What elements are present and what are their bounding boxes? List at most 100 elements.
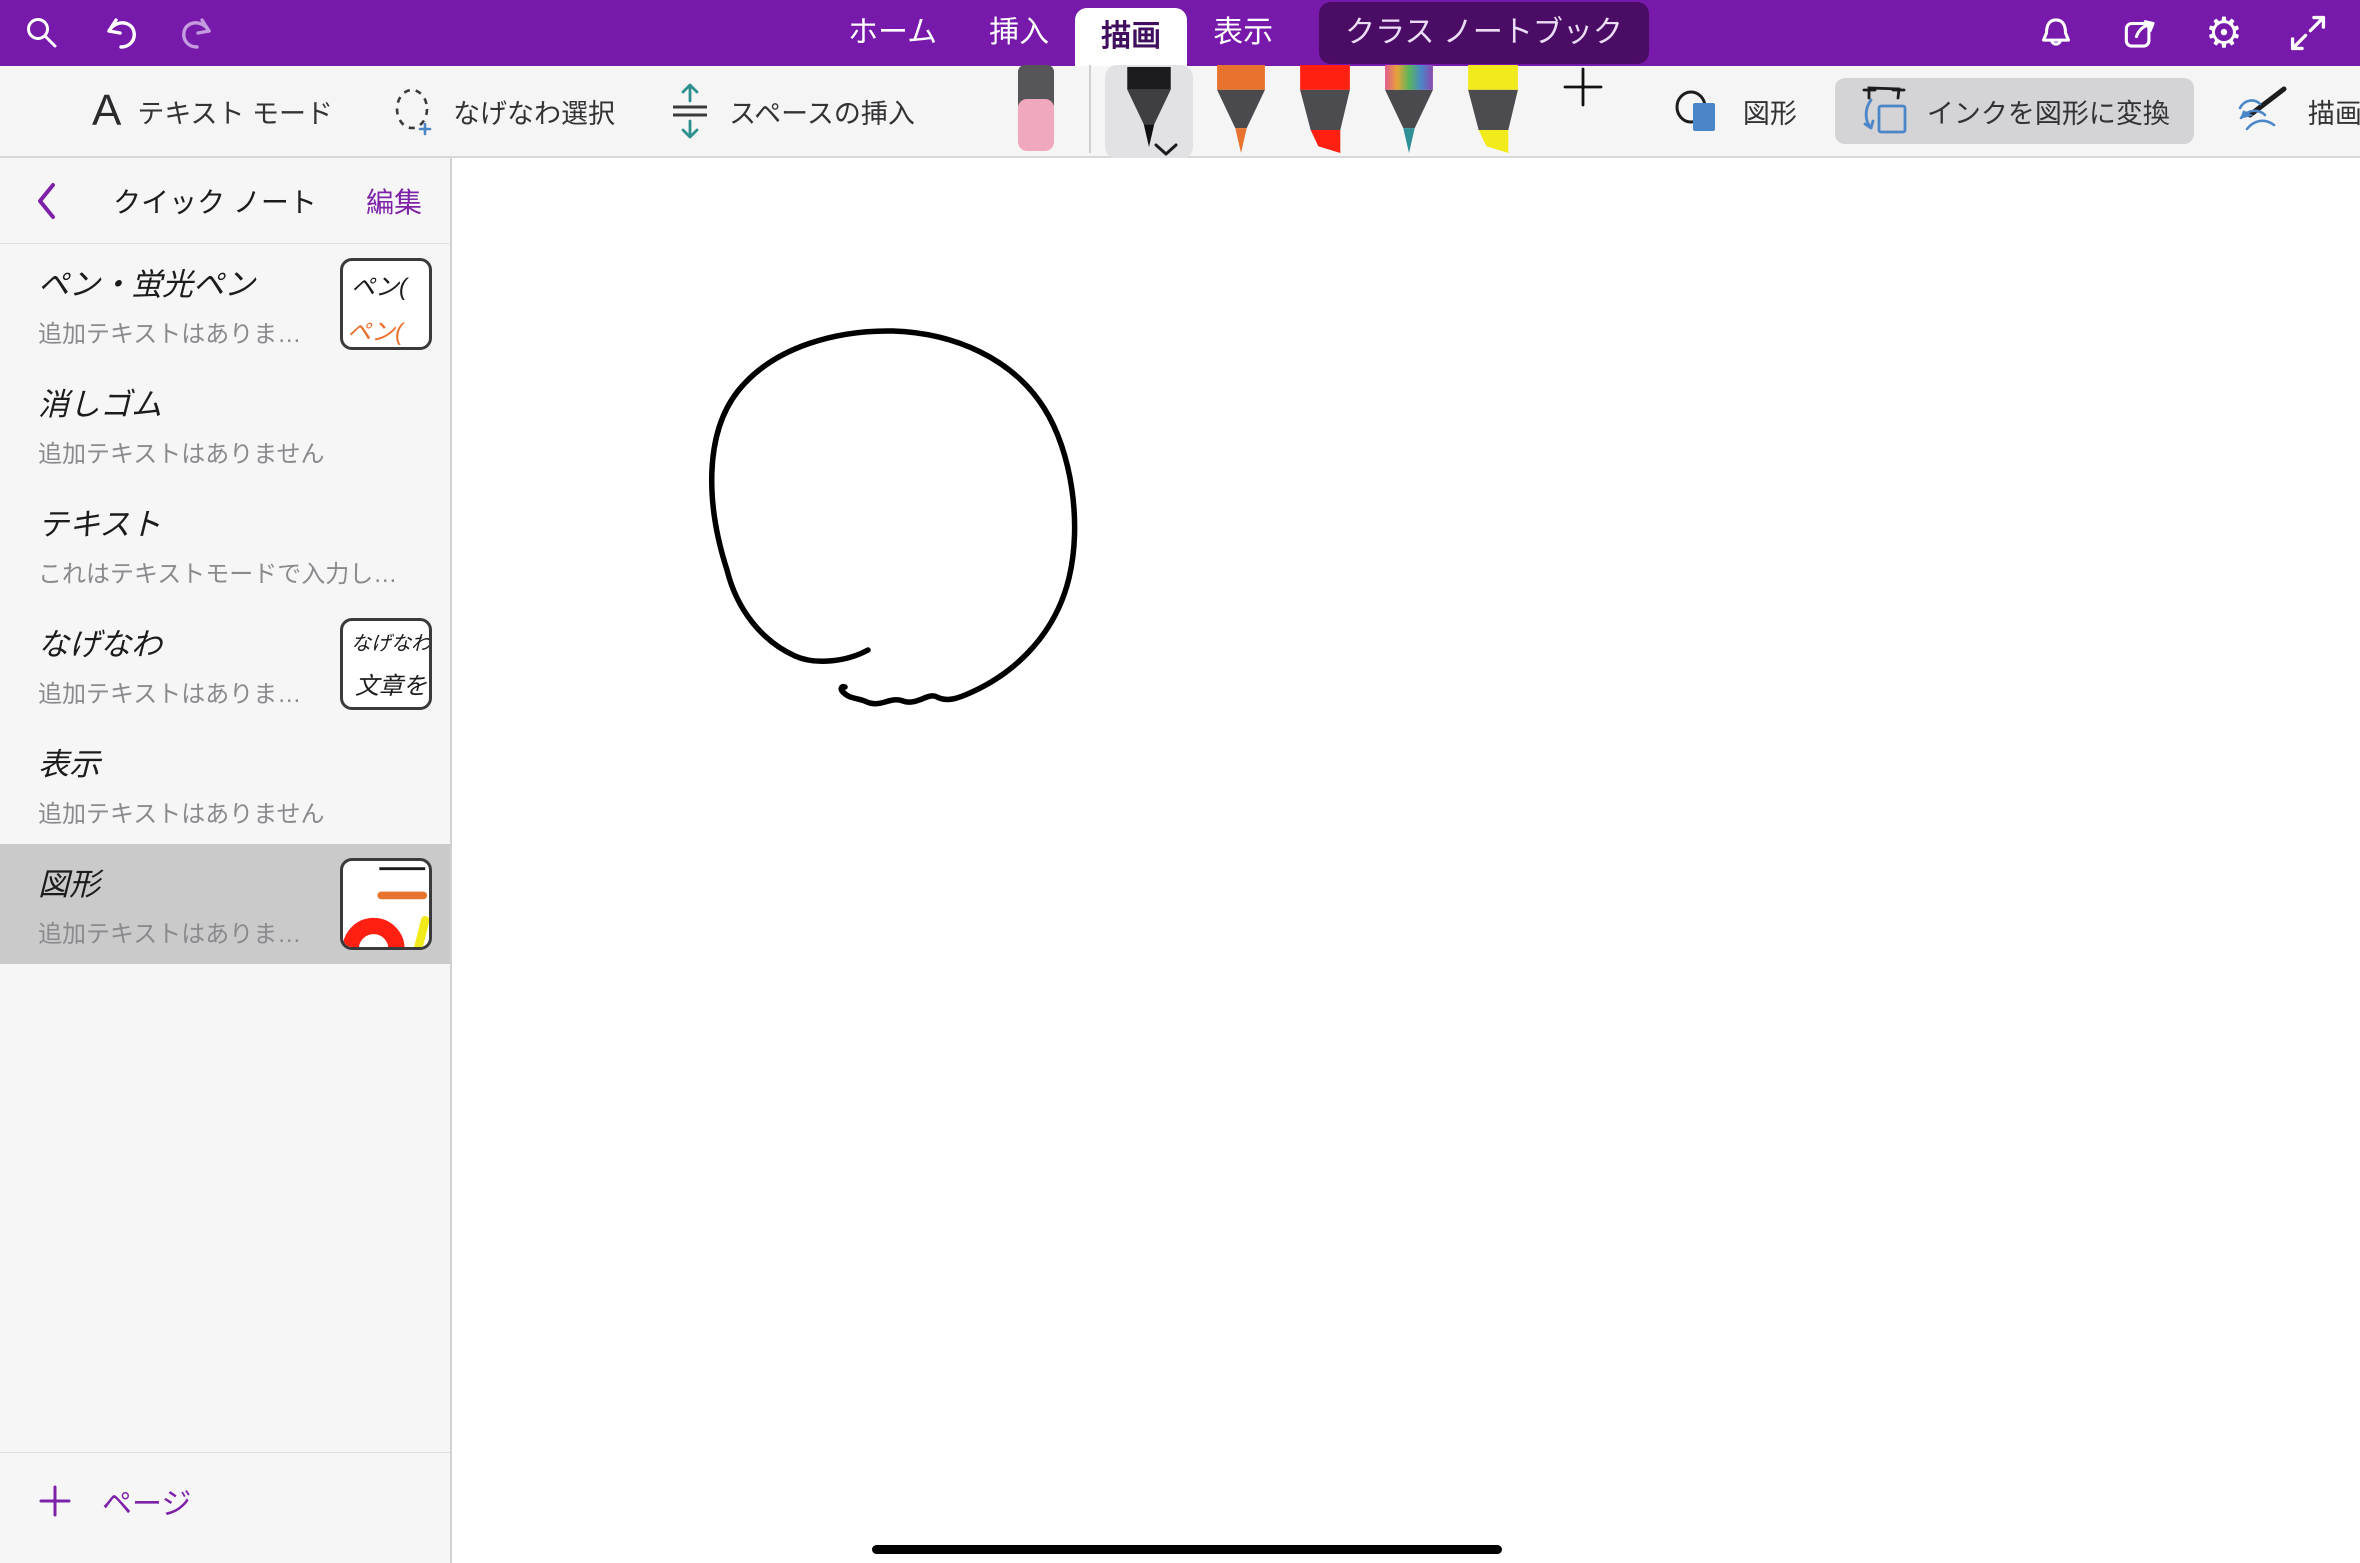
ink-layer	[452, 158, 2360, 1563]
expand-icon	[2289, 14, 2327, 52]
page-title-ink: なげなわ	[38, 619, 340, 664]
page-row-view[interactable]: 表示 追加テキストはありません	[0, 724, 450, 844]
back-button[interactable]	[18, 173, 74, 229]
page-subtitle: 追加テキストはありま…	[38, 674, 340, 709]
notebook-section-title: クイック ノート	[74, 181, 356, 221]
add-page-button[interactable]: ページ	[0, 1452, 450, 1563]
page-row-text: 表示 追加テキストはありません	[38, 739, 432, 829]
page-row-eraser[interactable]: 消しゴム 追加テキストはありません	[0, 364, 450, 484]
edit-button[interactable]: 編集	[356, 181, 432, 221]
orange-pen-tool[interactable]	[1213, 65, 1269, 158]
page-subtitle: 追加テキストはありません	[38, 794, 432, 829]
tab-view[interactable]: 表示	[1187, 0, 1299, 66]
notifications-button[interactable]	[2030, 7, 2082, 59]
lasso-label: なげなわ選択	[453, 92, 615, 131]
insert-space-button[interactable]: スペースの挿入	[667, 83, 915, 139]
thumb-ink-text: なげなわ	[343, 621, 429, 656]
text-mode-label: テキスト モード	[137, 92, 333, 131]
undo-icon	[100, 13, 140, 53]
yellow-highlighter-tool[interactable]	[1465, 65, 1521, 158]
add-page-label: ページ	[102, 1479, 191, 1523]
redo-button[interactable]	[172, 7, 224, 59]
draw-mode-label: 描画モード	[2308, 92, 2360, 131]
page-title-ink: 消しゴム	[38, 379, 432, 424]
page-title-ink: テキスト	[38, 499, 432, 544]
page-thumbnail	[340, 858, 432, 950]
chevron-left-icon	[35, 182, 57, 220]
tab-home[interactable]: ホーム	[822, 0, 963, 66]
page-row-text: 消しゴム 追加テキストはありません	[38, 379, 432, 469]
draw-mode-hand-pen-icon	[2234, 84, 2292, 138]
page-row-text: ペン・蛍光ペン 追加テキストはありま…	[38, 259, 340, 349]
page-title-ink: ペン・蛍光ペン	[38, 259, 340, 304]
galaxy-pen-icon	[1381, 65, 1437, 153]
share-icon	[2121, 14, 2159, 52]
page-row-text: テキスト これはテキストモードで入力し…	[38, 499, 432, 589]
page-subtitle: 追加テキストはありま…	[38, 914, 340, 949]
home-indicator[interactable]	[872, 1545, 1502, 1554]
red-highlighter-tool[interactable]	[1297, 65, 1353, 158]
bell-icon	[2037, 14, 2075, 52]
search-button[interactable]	[16, 7, 68, 59]
redo-icon	[178, 13, 218, 53]
red-highlighter-icon	[1297, 65, 1353, 153]
eraser-icon	[1013, 65, 1059, 155]
eraser-tool[interactable]	[1013, 65, 1059, 160]
hand-drawn-circle-stroke	[712, 331, 1075, 704]
settings-button[interactable]: ⚙	[2198, 7, 2250, 59]
tab-insert[interactable]: 挿入	[963, 0, 1075, 66]
page-subtitle: 追加テキストはありません	[38, 434, 432, 469]
tab-class-notebook[interactable]: クラス ノートブック	[1319, 2, 1649, 64]
page-list-sidebar: クイック ノート 編集 ペン・蛍光ペン 追加テキストはありま… ペン( ペン( …	[0, 158, 452, 1563]
draw-mode-button[interactable]: 描画モード	[2234, 84, 2360, 138]
drawing-canvas[interactable]	[452, 158, 2360, 1563]
fullscreen-button[interactable]	[2282, 7, 2334, 59]
insert-space-label: スペースの挿入	[729, 92, 915, 131]
top-app-bar: ホーム 挿入 描画 表示 クラス ノートブック ⚙	[0, 0, 2360, 66]
shapes-button[interactable]: 図形	[1671, 89, 1797, 133]
ink-to-shape-toggle[interactable]: インクを図形に変換	[1835, 78, 2194, 144]
plus-icon	[1561, 65, 1605, 109]
thumb-ink-text: 文章を	[343, 656, 429, 701]
page-row-lasso[interactable]: なげなわ 追加テキストはありま… なげなわ 文章を	[0, 604, 450, 724]
share-button[interactable]	[2114, 7, 2166, 59]
page-thumbnail: なげなわ 文章を	[340, 618, 432, 710]
page-title-ink: 図形	[38, 859, 340, 904]
yellow-highlighter-icon	[1465, 65, 1521, 153]
main-area: クイック ノート 編集 ペン・蛍光ペン 追加テキストはありま… ペン( ペン( …	[0, 158, 2360, 1563]
ink-to-shape-label: インクを図形に変換	[1927, 92, 2170, 131]
page-title-ink: 表示	[38, 739, 432, 784]
thumb-ink-text-orange: ペン(	[343, 302, 429, 347]
sidebar-header: クイック ノート 編集	[0, 158, 450, 244]
page-row-text: なげなわ 追加テキストはありま…	[38, 619, 340, 709]
lasso-icon	[389, 85, 437, 137]
pen-tray-divider	[1089, 65, 1091, 153]
text-mode-icon: A	[92, 86, 121, 136]
page-row-text-mode[interactable]: テキスト これはテキストモードで入力し…	[0, 484, 450, 604]
insert-space-icon	[667, 83, 713, 139]
chevron-down-icon	[1153, 143, 1179, 157]
black-pen-tool-selected[interactable]	[1105, 65, 1193, 159]
text-mode-button[interactable]: A テキスト モード	[92, 86, 333, 136]
ink-to-shape-icon	[1859, 84, 1911, 138]
page-thumbnail: ペン( ペン(	[340, 258, 432, 350]
galaxy-pen-tool[interactable]	[1381, 65, 1437, 158]
lasso-select-button[interactable]: なげなわ選択	[389, 85, 615, 137]
ribbon-tabs: ホーム 挿入 描画 表示 クラス ノートブック	[822, 0, 1649, 66]
undo-button[interactable]	[94, 7, 146, 59]
draw-ribbon: A テキスト モード なげなわ選択 スペースの挿入	[0, 66, 2360, 158]
thumb-ink-text: ペン(	[343, 261, 429, 302]
search-icon	[24, 15, 60, 51]
page-row-text: 図形 追加テキストはありま…	[38, 859, 340, 949]
add-pen-button[interactable]	[1561, 65, 1605, 109]
orange-pen-icon	[1213, 65, 1269, 153]
page-row-shapes-selected[interactable]: 図形 追加テキストはありま…	[0, 844, 450, 964]
tab-draw[interactable]: 描画	[1075, 8, 1187, 66]
topbar-left-icons	[16, 0, 224, 66]
thumbnail-shapes-drawing	[343, 861, 429, 947]
plus-icon	[38, 1484, 72, 1518]
shapes-icon	[1671, 89, 1727, 133]
page-subtitle: 追加テキストはありま…	[38, 314, 340, 349]
pen-tray	[999, 65, 1605, 157]
page-row-pen-highlighter[interactable]: ペン・蛍光ペン 追加テキストはありま… ペン( ペン(	[0, 244, 450, 364]
